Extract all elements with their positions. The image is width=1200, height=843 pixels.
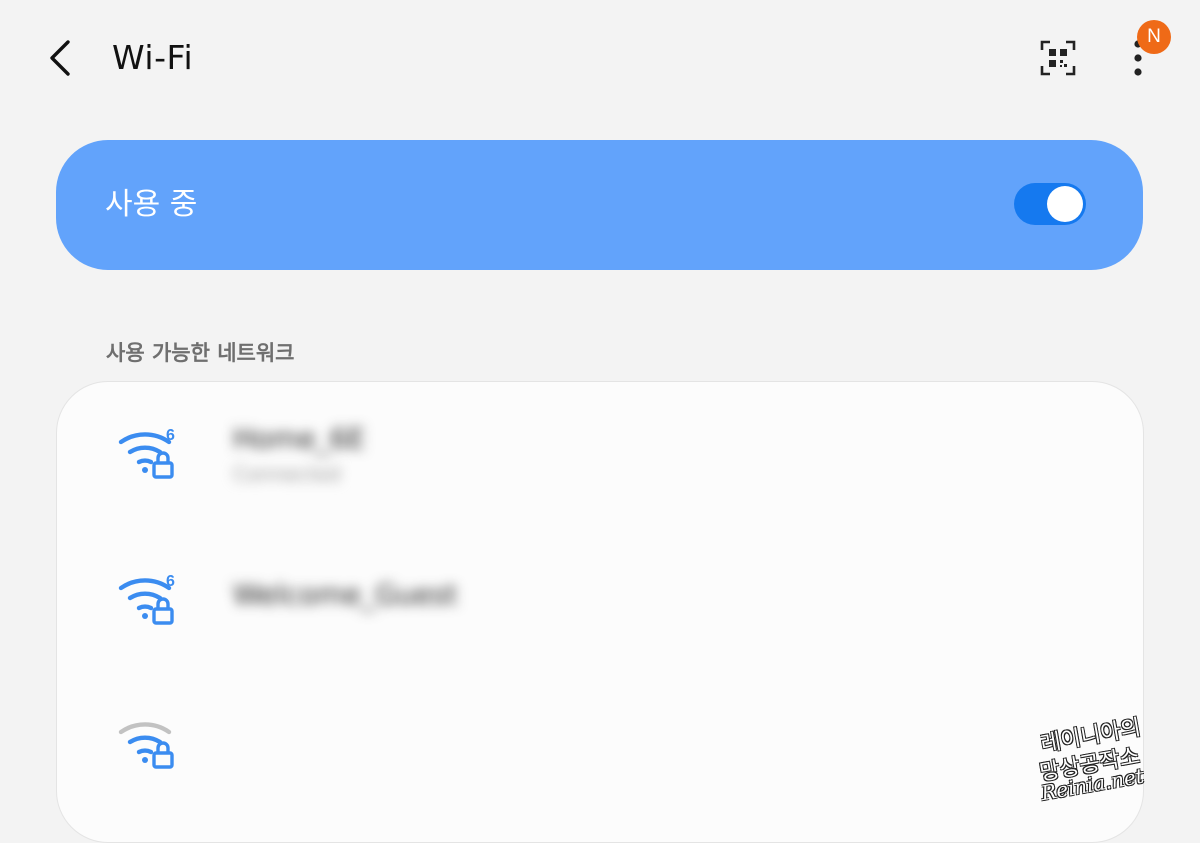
network-list: 6 Home_6E Connected 6 Welcome_Guest [56, 381, 1144, 843]
network-item[interactable]: 6 Welcome_Guest [57, 528, 1143, 668]
wifi-6-lock-icon: 6 [118, 427, 175, 479]
network-item[interactable] [57, 672, 1143, 812]
network-item[interactable]: 6 Home_6E Connected [57, 382, 1143, 522]
notification-badge: N [1137, 20, 1171, 54]
master-switch-label: 사용 중 [105, 187, 198, 222]
available-networks-header: 사용 가능한 네트워크 [106, 341, 295, 365]
svg-text:6: 6 [166, 573, 175, 590]
svg-text:6: 6 [166, 427, 175, 444]
wifi-lock-icon [118, 722, 174, 769]
back-button[interactable] [40, 36, 84, 80]
qr-scan-button[interactable] [1038, 38, 1078, 78]
wifi-master-switch[interactable]: 사용 중 [56, 140, 1143, 270]
page-title: Wi-Fi [112, 38, 194, 77]
toggle-knob [1047, 186, 1083, 222]
qr-code-scanner-icon [1040, 40, 1076, 76]
wifi-6-lock-icon: 6 [118, 573, 175, 625]
app-bar: Wi-Fi N [0, 0, 1200, 110]
network-status: Connected [233, 462, 341, 486]
wifi-toggle[interactable] [1014, 183, 1086, 225]
network-name: Welcome_Guest [233, 578, 458, 611]
chevron-left-icon [50, 40, 70, 76]
network-name: Home_6E [233, 422, 366, 455]
